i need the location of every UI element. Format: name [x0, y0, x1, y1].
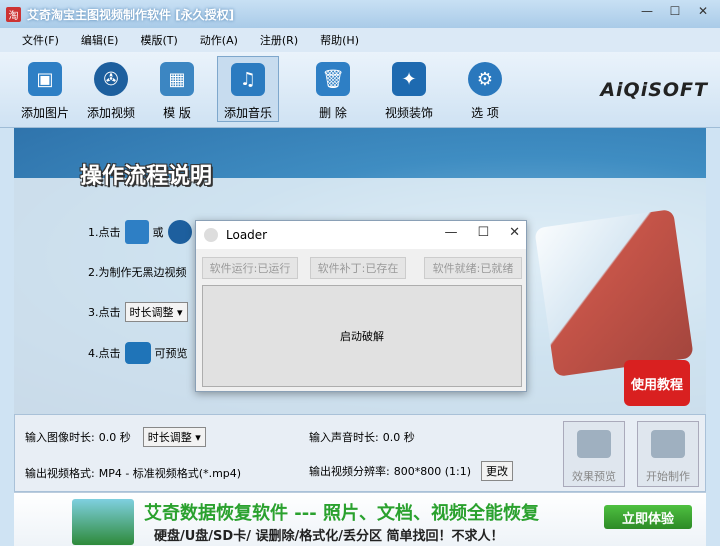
step-4-text: 4.点击: [88, 347, 121, 360]
step-3-text: 3.点击: [88, 306, 121, 319]
app-icon: 淘: [6, 6, 21, 22]
add-video-label: 添加视频: [86, 106, 135, 120]
music-note-icon: ♫: [231, 63, 265, 96]
add-music-button[interactable]: ♫ 添加音乐: [217, 56, 279, 122]
image-duration-label: 输入图像时长:: [25, 431, 95, 444]
add-image-label: 添加图片: [20, 106, 69, 120]
step-3: 3.点击 时长调整 ▾: [88, 302, 188, 322]
loader-close-button[interactable]: ✕: [509, 225, 520, 240]
ad-banner[interactable]: 艾奇数据恢复软件 --- 照片、文档、视频全能恢复 硬盘/U盘/SD卡/ 误删除…: [14, 492, 706, 546]
duration-adjust-button[interactable]: 时长调整 ▾: [124, 302, 188, 322]
template-button[interactable]: ▦ 模 版: [146, 56, 208, 122]
template-icon: ▦: [160, 62, 194, 96]
status-running-button: 软件运行:已运行: [202, 257, 298, 279]
menu-file[interactable]: 文件(F): [22, 32, 59, 48]
preview-label: 效果预览: [572, 470, 616, 483]
loader-minimize-button[interactable]: —: [444, 225, 457, 240]
menu-edit[interactable]: 编辑(E): [81, 32, 119, 48]
audio-duration-label: 输入声音时长:: [309, 431, 379, 444]
preview-button[interactable]: 效果预览: [563, 421, 625, 487]
step-1-text: 1.点击: [88, 226, 121, 239]
start-crack-button[interactable]: 启动破解: [202, 285, 522, 387]
loader-body: 软件运行:已运行 软件补丁:已存在 软件就绪:已就绪 启动破解: [196, 249, 526, 391]
close-button[interactable]: ✕: [690, 2, 716, 20]
status-ready-button: 软件就绪:已就绪: [424, 257, 522, 279]
try-now-button[interactable]: 立即体验: [604, 505, 692, 529]
menu-help[interactable]: 帮助(H): [320, 32, 359, 48]
add-video-button[interactable]: ✇ 添加视频: [80, 56, 142, 122]
image-duration-row: 输入图像时长: 0.0 秒 时长调整 ▾: [25, 427, 206, 447]
loader-title: Loader: [226, 228, 268, 242]
delete-button[interactable]: 🗑 删 除: [302, 56, 364, 122]
step-2: 2.为制作无黑边视频: [88, 264, 187, 280]
ad-title: 艾奇数据恢复软件 --- 照片、文档、视频全能恢复: [144, 503, 539, 524]
loader-dialog: Loader — ☐ ✕ 软件运行:已运行 软件补丁:已存在 软件就绪:已就绪 …: [195, 220, 527, 392]
resolution-label: 输出视频分辨率:: [309, 465, 390, 478]
title-bar: 淘 艾奇淘宝主图视频制作软件 [永久授权] — ☐ ✕: [0, 0, 720, 28]
step-2-text: 2.为制作无黑边视频: [88, 266, 187, 279]
image-duration-value: 0.0 秒: [98, 431, 131, 444]
audio-duration-value: 0.0 秒: [382, 431, 415, 444]
options-label: 选 项: [471, 106, 499, 120]
add-video-icon: [167, 220, 192, 244]
step-1: 1.点击 或: [88, 220, 192, 244]
play-icon: [651, 430, 685, 458]
add-video-icon: ✇: [94, 62, 128, 96]
status-patch-button: 软件补丁:已存在: [310, 257, 406, 279]
video-decoration-button[interactable]: ✦ 视频装饰: [378, 56, 440, 122]
output-format-value: MP4 - 标准视频格式(*.mp4): [98, 467, 242, 480]
menu-register[interactable]: 注册(R): [260, 32, 298, 48]
step-4: 4.点击 可预览: [88, 342, 188, 364]
add-image-icon: ▣: [28, 62, 62, 96]
gear-icon: ⚙: [468, 62, 502, 96]
step-4-preview: 可预览: [154, 347, 188, 360]
camera-icon: [577, 430, 611, 458]
video-decoration-label: 视频装饰: [384, 106, 433, 120]
trash-icon: 🗑: [316, 62, 350, 96]
brand-logo: AiQiSOFT: [600, 79, 708, 101]
maximize-button[interactable]: ☐: [662, 2, 688, 20]
product-box-image: [72, 499, 134, 545]
resolution-value: 800*800 (1:1): [393, 464, 471, 478]
output-format-label: 输出视频格式:: [25, 467, 95, 480]
add-image-icon: [124, 220, 149, 244]
template-label: 模 版: [163, 106, 191, 120]
menu-action[interactable]: 动作(A): [200, 32, 238, 48]
guide-heading: 操作流程说明: [80, 164, 213, 189]
start-label: 开始制作: [646, 470, 690, 483]
duration-adjust-dropdown[interactable]: 时长调整 ▾: [142, 427, 206, 447]
audio-duration-row: 输入声音时长: 0.0 秒: [309, 429, 415, 445]
resolution-row: 输出视频分辨率: 800*800 (1:1) 更改: [309, 461, 513, 481]
loader-maximize-button[interactable]: ☐: [477, 225, 489, 240]
minimize-button[interactable]: —: [634, 2, 660, 20]
output-format-row: 输出视频格式: MP4 - 标准视频格式(*.mp4): [25, 465, 241, 481]
add-image-button[interactable]: ▣ 添加图片: [14, 56, 76, 122]
change-resolution-button[interactable]: 更改: [481, 461, 513, 481]
decoration-image: [534, 208, 694, 378]
ad-subtitle: 硬盘/U盘/SD卡/ 误删除/格式化/丢分区 简单找回！不求人！: [154, 529, 504, 544]
options-button[interactable]: ⚙ 选 项: [454, 56, 516, 122]
menu-template[interactable]: 模版(T): [140, 32, 177, 48]
step-1-or: 或: [152, 226, 164, 239]
delete-label: 删 除: [319, 106, 347, 120]
decoration-icon: ✦: [392, 62, 426, 96]
menu-bar: 文件(F) 编辑(E) 模版(T) 动作(A) 注册(R) 帮助(H): [0, 28, 720, 52]
add-music-label: 添加音乐: [223, 106, 272, 120]
cat-icon: [204, 228, 218, 242]
camera-icon: [124, 342, 151, 364]
tutorial-button[interactable]: 使用教程: [624, 360, 690, 406]
start-button[interactable]: 开始制作: [637, 421, 699, 487]
window-title: 艾奇淘宝主图视频制作软件 [永久授权]: [27, 7, 235, 22]
settings-panel: 输入图像时长: 0.0 秒 时长调整 ▾ 输入声音时长: 0.0 秒 输出视频格…: [14, 414, 706, 492]
toolbar: ▣ 添加图片 ✇ 添加视频 ▦ 模 版 ♫ 添加音乐 🗑 删 除 ✦ 视频装饰 …: [0, 52, 720, 128]
